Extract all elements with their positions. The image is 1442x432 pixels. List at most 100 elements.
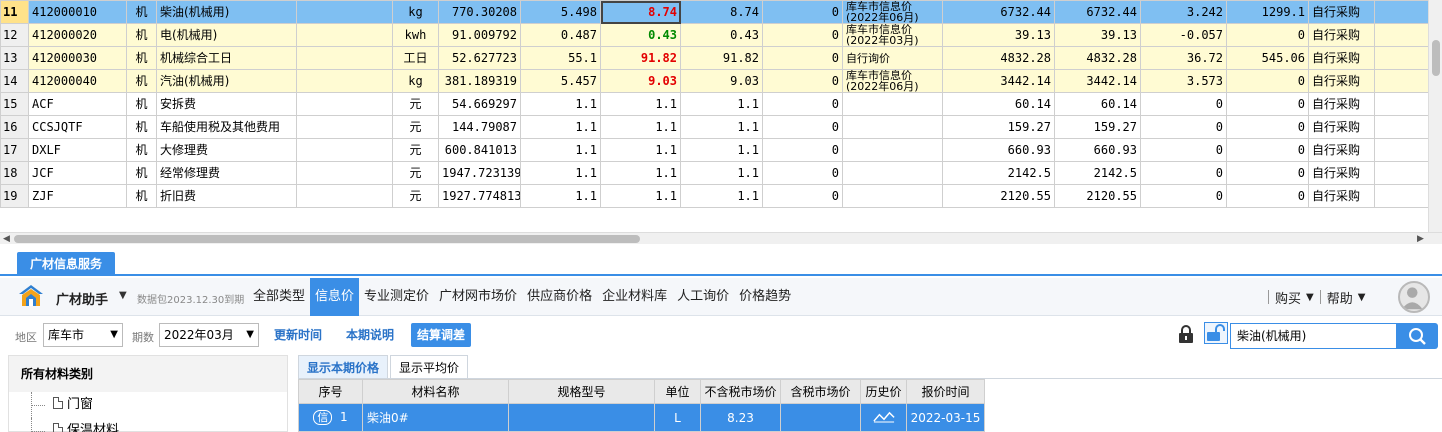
price-source-cell[interactable]: [842, 161, 943, 185]
tax-price-cell[interactable]: 1.1: [680, 115, 763, 139]
quantity-cell[interactable]: 1927.774813: [438, 184, 521, 208]
column-header-0[interactable]: 序号: [298, 379, 363, 404]
amount-cell[interactable]: 2120.55: [942, 184, 1055, 208]
row-number[interactable]: 14: [0, 69, 29, 93]
unit-cell[interactable]: 工日: [392, 46, 439, 70]
amount-cell[interactable]: 6732.44: [942, 0, 1055, 24]
amount-cell[interactable]: 3442.14: [942, 69, 1055, 93]
price-diff-cell[interactable]: -0.057: [1140, 23, 1227, 47]
unit-cell[interactable]: 元: [392, 115, 439, 139]
code-cell[interactable]: 412000040: [28, 69, 127, 93]
unit-cell[interactable]: 元: [392, 138, 439, 162]
price-diff-cell[interactable]: 0: [1140, 184, 1227, 208]
column-header-5[interactable]: 含税市场价: [780, 379, 861, 404]
column-header-2[interactable]: 规格型号: [508, 379, 655, 404]
purchase-cell[interactable]: 自行采购: [1308, 23, 1375, 47]
diff-amount-cell[interactable]: 0: [1226, 69, 1309, 93]
code-cell[interactable]: ACF: [28, 92, 127, 116]
table-row[interactable]: 15 ACF 机安拆费元 54.669297 1.1 1.1 1.1 0 60.14 60.14 0…: [0, 92, 1441, 116]
row-number[interactable]: 17: [0, 138, 29, 162]
table-row[interactable]: 17 DXLF 机大修理费元 600.841013 1.1 1.1 1.1 0 660.93 66…: [0, 138, 1441, 162]
tree-item-doors-windows[interactable]: 门窗: [9, 392, 287, 418]
base-price-cell[interactable]: 1.1: [520, 138, 601, 162]
period-select[interactable]: 2022年03月 ▼: [159, 323, 259, 347]
row-number[interactable]: 12: [0, 23, 29, 47]
buy-menu[interactable]: 购买: [1275, 288, 1301, 307]
base-price-cell[interactable]: 5.457: [520, 69, 601, 93]
type-cell[interactable]: 机: [126, 46, 157, 70]
table-row[interactable]: 信 1 柴油0# L 8.23 2022-03-15: [298, 403, 985, 432]
table-row[interactable]: 14 412000040 机汽油(机械用) kg 381.189319 5.457 9.03…: [0, 69, 1441, 93]
diff-cell[interactable]: 0: [762, 69, 843, 93]
type-cell[interactable]: 机: [126, 161, 157, 185]
unit-cell[interactable]: 元: [392, 92, 439, 116]
type-cell[interactable]: 机: [126, 184, 157, 208]
name-cell[interactable]: 折旧费: [156, 184, 297, 208]
horizontal-scrollbar[interactable]: ◀ ▶: [0, 232, 1442, 244]
diff-cell[interactable]: 0: [762, 184, 843, 208]
tax-amount-cell[interactable]: 60.14: [1054, 92, 1141, 116]
update-time-button[interactable]: 更新时间: [268, 323, 328, 347]
market-price-cell[interactable]: 1.1: [600, 138, 681, 162]
column-header-7[interactable]: 报价时间: [906, 379, 985, 404]
name-cell[interactable]: 柴油(机械用): [156, 0, 297, 24]
name-cell[interactable]: 安拆费: [156, 92, 297, 116]
diff-amount-cell[interactable]: 0: [1226, 138, 1309, 162]
diff-amount-cell[interactable]: 0: [1226, 161, 1309, 185]
price-diff-cell[interactable]: 0: [1140, 115, 1227, 139]
base-price-cell[interactable]: 55.1: [520, 46, 601, 70]
table-row[interactable]: 13 412000030 机机械综合工日 工日 52.627723 55.1 91.82 91…: [0, 46, 1441, 70]
quantity-cell[interactable]: 52.627723: [438, 46, 521, 70]
lock-icon[interactable]: [1177, 324, 1195, 344]
market-price-cell[interactable]: 1.1: [600, 92, 681, 116]
tax-amount-cell[interactable]: 159.27: [1054, 115, 1141, 139]
diff-cell[interactable]: 0: [762, 23, 843, 47]
table-row[interactable]: 11 412000010 机柴油(机械用) kg 770.30208 5.498 8.74 8…: [0, 0, 1441, 24]
unit-cell[interactable]: 元: [392, 161, 439, 185]
code-cell[interactable]: JCF: [28, 161, 127, 185]
purchase-cell[interactable]: 自行采购: [1308, 46, 1375, 70]
history-price-cell[interactable]: [860, 403, 907, 432]
column-header-1[interactable]: 材料名称: [362, 379, 509, 404]
purchase-cell[interactable]: 自行采购: [1308, 161, 1375, 185]
table-row[interactable]: 19 ZJF 机折旧费元 1927.774813 1.1 1.1 1.1 0 2120.55 21…: [0, 184, 1441, 208]
row-number[interactable]: 13: [0, 46, 29, 70]
row-number[interactable]: 15: [0, 92, 29, 116]
purchase-cell[interactable]: 自行采购: [1308, 115, 1375, 139]
table-row[interactable]: 18 JCF 机经常修理费元 1947.723139 1.1 1.1 1.1 0 2142.5 2…: [0, 161, 1441, 185]
amount-cell[interactable]: 4832.28: [942, 46, 1055, 70]
price-source-cell[interactable]: 库车市信息价(2022年06月): [842, 0, 943, 24]
spec-cell[interactable]: [296, 46, 393, 70]
price-source-cell[interactable]: 库车市信息价(2022年06月): [842, 69, 943, 93]
amount-cell[interactable]: 2142.5: [942, 161, 1055, 185]
diff-cell[interactable]: 0: [762, 92, 843, 116]
help-dropdown-icon[interactable]: ▼: [1358, 292, 1366, 303]
amount-cell[interactable]: 60.14: [942, 92, 1055, 116]
region-select[interactable]: 库车市 ▼: [43, 323, 123, 347]
type-cell[interactable]: 机: [126, 23, 157, 47]
market-price-cell[interactable]: 1.1: [600, 184, 681, 208]
name-cell[interactable]: 电(机械用): [156, 23, 297, 47]
purchase-cell[interactable]: 自行采购: [1308, 92, 1375, 116]
column-header-3[interactable]: 单位: [654, 379, 701, 404]
type-cell[interactable]: 机: [126, 92, 157, 116]
tax-price-cell[interactable]: 1.1: [680, 184, 763, 208]
spec-cell[interactable]: [296, 138, 393, 162]
name-cell[interactable]: 机械综合工日: [156, 46, 297, 70]
period-note-button[interactable]: 本期说明: [340, 323, 400, 347]
code-cell[interactable]: 412000020: [28, 23, 127, 47]
quantity-cell[interactable]: 600.841013: [438, 138, 521, 162]
price-diff-cell[interactable]: 0: [1140, 161, 1227, 185]
market-price-cell[interactable]: 0.43: [600, 23, 681, 47]
tab-average-price[interactable]: 显示平均价: [390, 355, 469, 378]
menu-item-0[interactable]: 全部类型: [248, 278, 310, 316]
tax-price-cell[interactable]: 1.1: [680, 161, 763, 185]
purchase-cell[interactable]: 自行采购: [1308, 69, 1375, 93]
diff-amount-cell[interactable]: 0: [1226, 115, 1309, 139]
amount-cell[interactable]: 39.13: [942, 23, 1055, 47]
market-price-cell[interactable]: 8.74: [600, 0, 681, 24]
price-diff-cell[interactable]: 36.72: [1140, 46, 1227, 70]
tax-price-cell[interactable]: 8.74: [680, 0, 763, 24]
diff-amount-cell[interactable]: 545.06: [1226, 46, 1309, 70]
vertical-scrollbar[interactable]: [1428, 0, 1442, 232]
